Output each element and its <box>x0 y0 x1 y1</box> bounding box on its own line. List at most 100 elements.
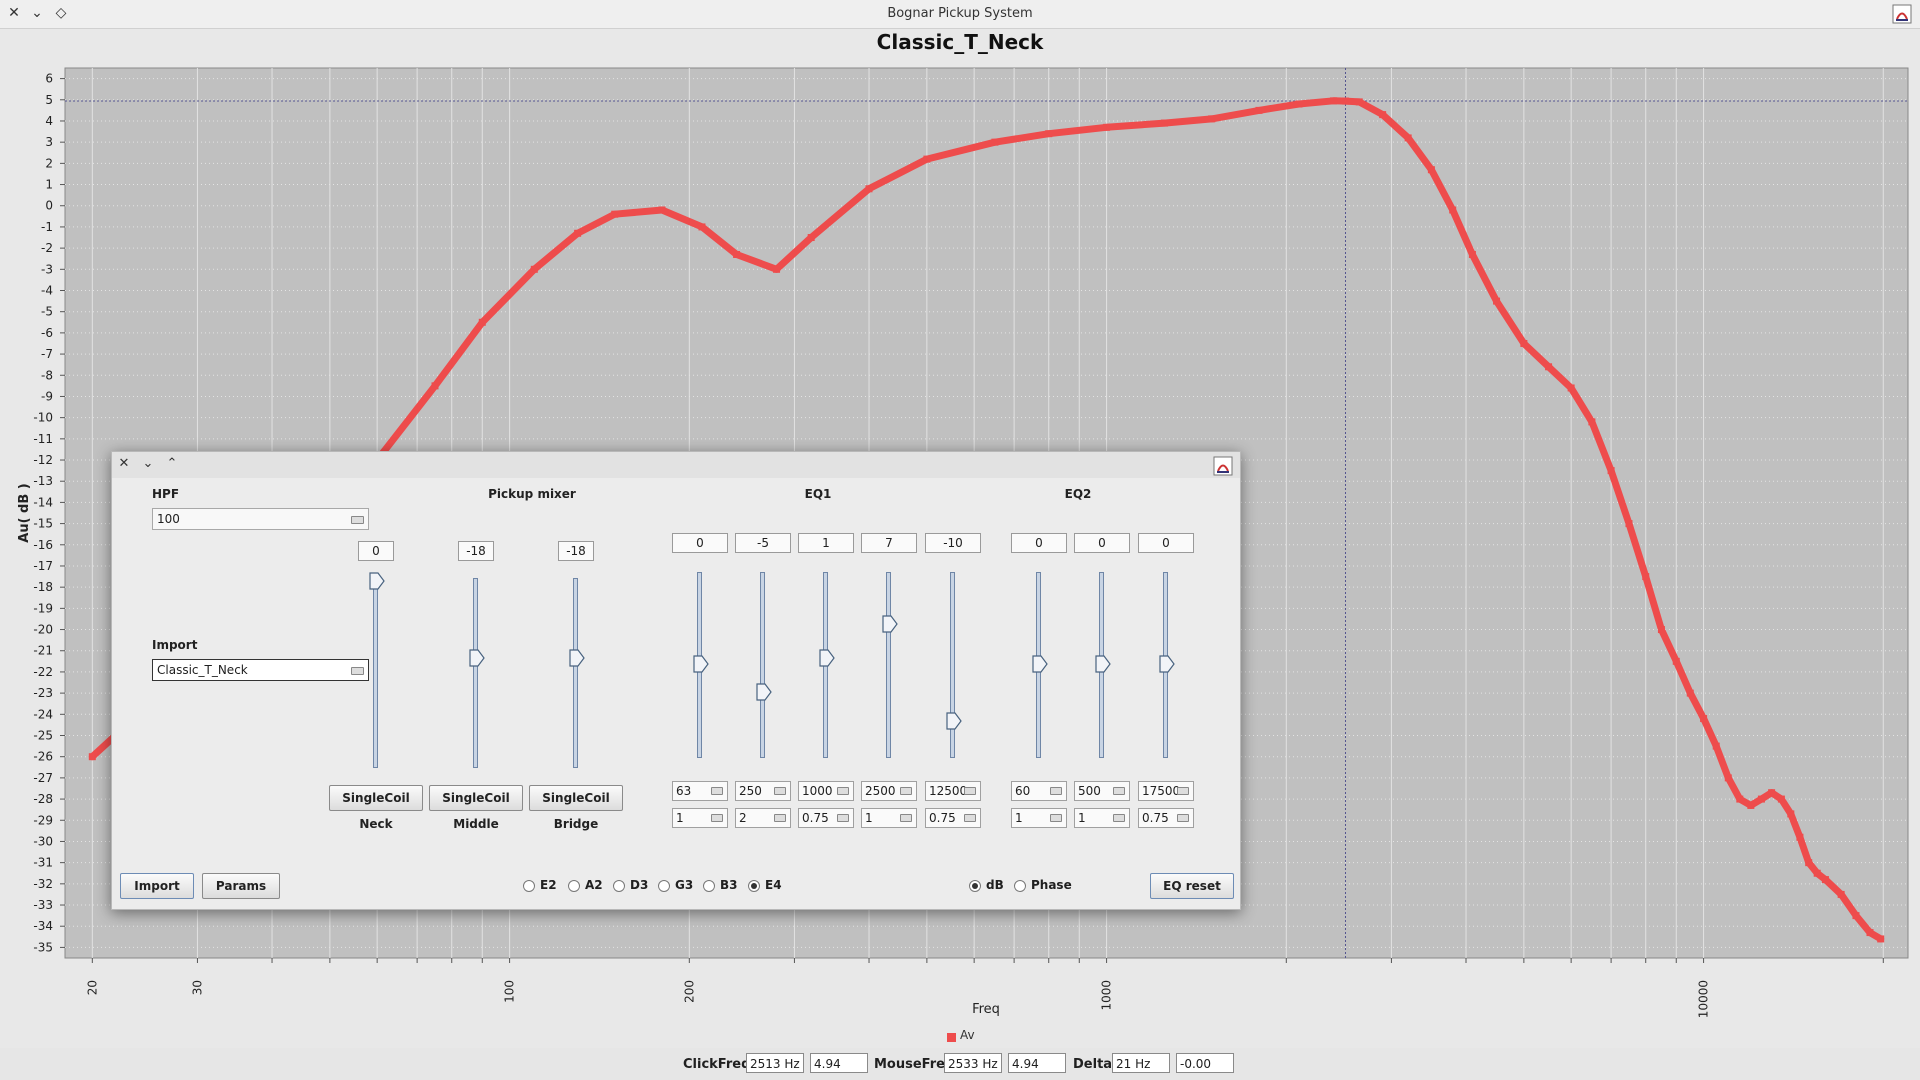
eq2-freq-spinner[interactable]: 500 <box>1074 781 1130 801</box>
data-point-av <box>1449 206 1457 214</box>
data-point-av <box>1747 801 1755 809</box>
eq1-q-value: 0.75 <box>929 811 956 825</box>
import-value: Classic_T_Neck <box>157 663 248 677</box>
eq-reset-button[interactable]: EQ reset <box>1150 873 1234 899</box>
eq1-slider-thumb[interactable] <box>819 649 835 667</box>
chevron-up-icon[interactable]: ⌃ <box>163 455 181 473</box>
y-tick-label: -13 <box>33 474 53 488</box>
eq1-freq-spinner[interactable]: 12500 <box>925 781 981 801</box>
pickup-type-button[interactable]: SingleCoil <box>329 785 423 811</box>
data-point-av <box>1341 97 1349 105</box>
eq1-slider-thumb[interactable] <box>946 712 962 730</box>
mixer-value-box[interactable]: -18 <box>558 541 594 561</box>
eq1-q-spinner[interactable]: 0.75 <box>925 808 981 828</box>
eq1-freq-spinner[interactable]: 2500 <box>861 781 917 801</box>
string-radio-d3[interactable] <box>613 880 625 892</box>
eq1-slider-track[interactable] <box>760 572 765 758</box>
eq1-slider-track[interactable] <box>950 572 955 758</box>
mixer-value-box[interactable]: -18 <box>458 541 494 561</box>
eq1-value-box[interactable]: 1 <box>798 533 854 553</box>
db-radio[interactable] <box>969 880 981 892</box>
eq1-freq-spinner[interactable]: 1000 <box>798 781 854 801</box>
delta-hz-field[interactable]: 21 Hz <box>1112 1053 1170 1073</box>
y-tick-label: 3 <box>45 135 53 149</box>
string-radio-a2[interactable] <box>568 880 580 892</box>
eq2-value-box[interactable]: 0 <box>1011 533 1067 553</box>
string-label-b3: B3 <box>720 878 738 892</box>
eq2-q-spinner[interactable]: 1 <box>1011 808 1067 828</box>
data-point-av <box>773 265 781 273</box>
hpf-combo[interactable]: 100 <box>152 508 369 530</box>
mixer-slider-track[interactable] <box>473 578 478 768</box>
clickfreq-db-field[interactable]: 4.94 <box>810 1053 868 1073</box>
delta-db-field[interactable]: -0.00 <box>1176 1053 1234 1073</box>
data-point-av <box>530 265 538 273</box>
mixer-slider-track[interactable] <box>573 578 578 768</box>
clickfreq-hz-field[interactable]: 2513 Hz <box>746 1053 804 1073</box>
eq1-freq-value: 12500 <box>929 784 968 798</box>
eq2-slider-thumb[interactable] <box>1032 655 1048 673</box>
string-label-e4: E4 <box>765 878 782 892</box>
eq2-slider-thumb[interactable] <box>1159 655 1175 673</box>
import-label: Import <box>152 638 198 652</box>
eq1-freq-spinner[interactable]: 63 <box>672 781 728 801</box>
data-point-av <box>1672 657 1680 665</box>
phase-label: Phase <box>1031 878 1072 892</box>
pickup-type-button[interactable]: SingleCoil <box>429 785 523 811</box>
mousefreq-hz-field[interactable]: 2533 Hz <box>944 1053 1002 1073</box>
dialog-titlebar[interactable] <box>112 452 1240 478</box>
string-radio-g3[interactable] <box>658 880 670 892</box>
eq1-q-spinner[interactable]: 1 <box>672 808 728 828</box>
x-tick-label: 10000 <box>1697 980 1711 1018</box>
pickup-type-button[interactable]: SingleCoil <box>529 785 623 811</box>
mixer-slider-track[interactable] <box>373 578 378 768</box>
data-point-av <box>1404 134 1412 142</box>
eq1-q-spinner[interactable]: 0.75 <box>798 808 854 828</box>
eq1-q-spinner[interactable]: 2 <box>735 808 791 828</box>
eq1-slider-track[interactable] <box>886 572 891 758</box>
chevron-down-icon[interactable]: ⌄ <box>139 455 157 473</box>
eq1-value-box[interactable]: -5 <box>735 533 791 553</box>
import-button[interactable]: Import <box>120 873 194 899</box>
import-combo[interactable]: Classic_T_Neck <box>152 659 369 681</box>
eq2-freq-spinner[interactable]: 60 <box>1011 781 1067 801</box>
eq1-value-box[interactable]: 7 <box>861 533 917 553</box>
mixer-value-box[interactable]: 0 <box>358 541 394 561</box>
y-tick-label: 5 <box>45 93 53 107</box>
eq1-freq-value: 1000 <box>802 784 833 798</box>
eq1-slider-thumb[interactable] <box>882 615 898 633</box>
y-tick-label: 6 <box>45 72 53 86</box>
eq1-slider-thumb[interactable] <box>693 655 709 673</box>
data-point-av <box>1355 98 1363 106</box>
y-tick-label: -11 <box>33 432 53 446</box>
eq1-value-box[interactable]: -10 <box>925 533 981 553</box>
eq1-q-spinner[interactable]: 1 <box>861 808 917 828</box>
x-tick-label: 20 <box>85 980 99 995</box>
phase-radio[interactable] <box>1014 880 1026 892</box>
mixer-slider-thumb[interactable] <box>369 572 385 590</box>
data-point-av <box>865 185 873 193</box>
close-icon[interactable]: ✕ <box>115 455 133 473</box>
y-tick-label: -21 <box>33 644 53 658</box>
eq2-slider-thumb[interactable] <box>1095 655 1111 673</box>
eq2-value-box[interactable]: 0 <box>1074 533 1130 553</box>
eq1-freq-spinner[interactable]: 250 <box>735 781 791 801</box>
string-radio-e2[interactable] <box>523 880 535 892</box>
data-point-av <box>1493 297 1501 305</box>
params-button[interactable]: Params <box>202 873 280 899</box>
data-point-av <box>1813 869 1821 877</box>
data-point-av <box>1757 795 1765 803</box>
eq1-value-box[interactable]: 0 <box>672 533 728 553</box>
eq2-q-spinner[interactable]: 0.75 <box>1138 808 1194 828</box>
eq1-slider-thumb[interactable] <box>756 683 772 701</box>
eq2-q-spinner[interactable]: 1 <box>1074 808 1130 828</box>
string-radio-b3[interactable] <box>703 880 715 892</box>
eq1-q-value: 0.75 <box>802 811 829 825</box>
string-radio-e4[interactable] <box>748 880 760 892</box>
mousefreq-db-field[interactable]: 4.94 <box>1008 1053 1066 1073</box>
mixer-slider-thumb[interactable] <box>569 648 585 667</box>
mixer-slider-thumb[interactable] <box>469 648 485 667</box>
eq2-freq-spinner[interactable]: 17500 <box>1138 781 1194 801</box>
eq2-value-box[interactable]: 0 <box>1138 533 1194 553</box>
data-point-av <box>1330 97 1338 105</box>
